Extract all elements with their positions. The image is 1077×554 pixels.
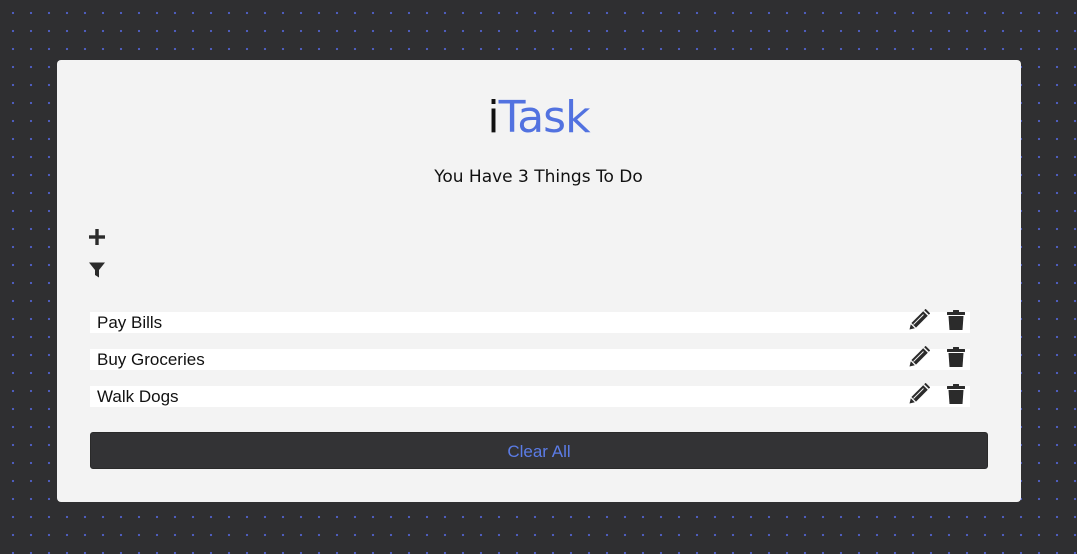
trash-icon <box>947 310 965 330</box>
app-title-prefix: i <box>487 92 499 143</box>
task-actions <box>908 309 968 333</box>
pencil-icon <box>909 309 930 330</box>
task-count-subtitle: You Have 3 Things To Do <box>434 167 643 187</box>
plus-icon <box>89 229 105 245</box>
task-label: Buy Groceries <box>97 350 205 369</box>
delete-task-button[interactable] <box>945 309 969 333</box>
filter-icon <box>89 262 105 278</box>
filter-button[interactable] <box>88 261 108 281</box>
task-label: Pay Bills <box>97 313 163 332</box>
pencil-icon <box>909 346 930 367</box>
edit-task-button[interactable] <box>908 346 932 370</box>
trash-icon <box>947 347 965 367</box>
add-task-button[interactable] <box>88 228 108 248</box>
app-title-main: Task <box>498 92 591 143</box>
clear-all-button[interactable]: Clear All <box>90 432 988 469</box>
edit-task-button[interactable] <box>908 383 932 407</box>
task-item[interactable]: Buy Groceries <box>90 349 970 370</box>
task-label: Walk Dogs <box>97 387 179 406</box>
trash-icon <box>947 384 965 404</box>
task-item[interactable]: Walk Dogs <box>90 386 970 407</box>
delete-task-button[interactable] <box>945 383 969 407</box>
task-actions <box>908 383 968 407</box>
pencil-icon <box>909 383 930 404</box>
task-item[interactable]: Pay Bills <box>90 312 970 333</box>
task-actions <box>908 346 968 370</box>
edit-task-button[interactable] <box>908 309 932 333</box>
app-title: iTask <box>0 96 1077 140</box>
delete-task-button[interactable] <box>945 346 969 370</box>
